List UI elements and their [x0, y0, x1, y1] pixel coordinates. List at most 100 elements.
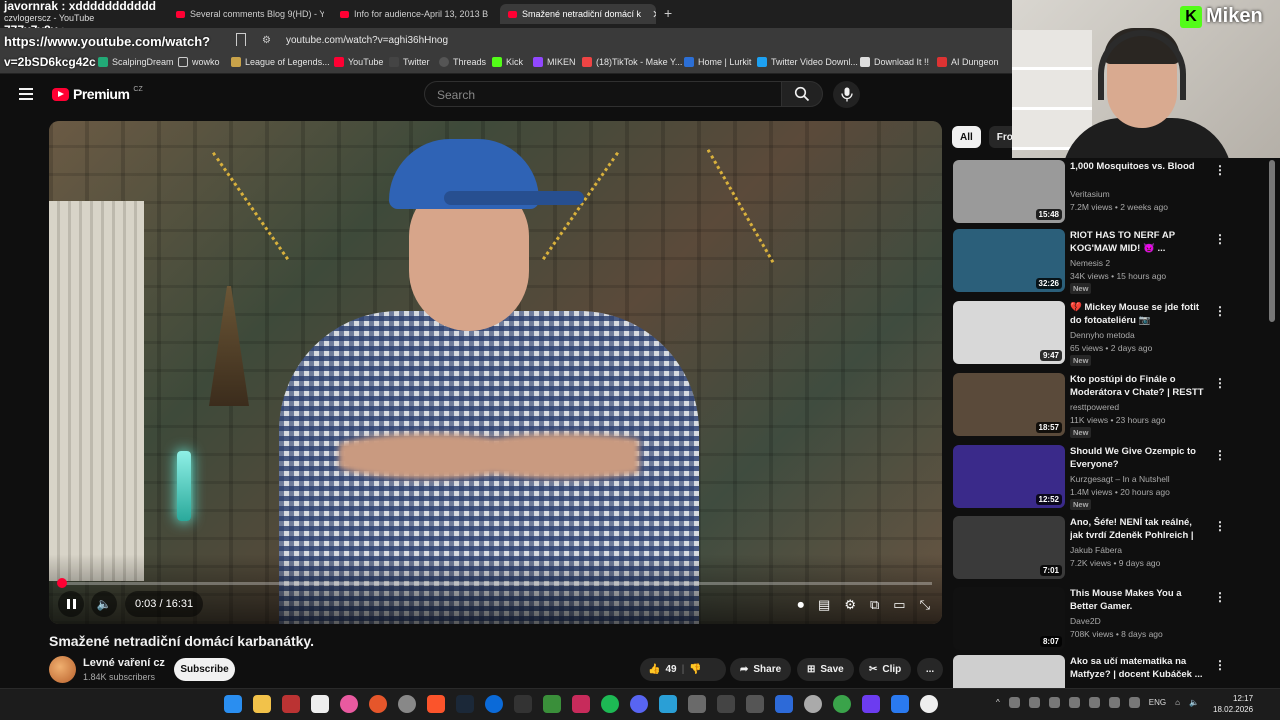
dislike-icon[interactable]: 👎	[689, 664, 701, 675]
epic-games-icon[interactable]	[514, 695, 532, 713]
recommendation-title[interactable]: This Mouse Makes You a Better Gamer.	[1070, 588, 1206, 613]
recommendation-channel[interactable]: Kurzgesagt – In a Nutshell	[1070, 474, 1170, 484]
recommendation-title[interactable]: Ako sa učí matematika na Matfyze? | doce…	[1070, 656, 1206, 681]
pause-button[interactable]	[58, 591, 84, 617]
new-tab-icon[interactable]: +	[664, 5, 672, 21]
network-icon[interactable]: ⌂	[1175, 698, 1180, 707]
tray-icon[interactable]	[1028, 697, 1040, 708]
bookmark-item[interactable]: Home | Lurkit	[684, 57, 751, 67]
app-icon[interactable]	[746, 695, 764, 713]
share-button[interactable]: ➦ Share	[730, 658, 792, 681]
app-icon[interactable]	[920, 695, 938, 713]
bookmark-item[interactable]: Download It !!	[860, 57, 929, 67]
steam-icon[interactable]	[456, 695, 474, 713]
taskbar-clock[interactable]: 12:17 18.02.2026	[1213, 693, 1253, 715]
more-options-icon[interactable]: ⋮	[1214, 376, 1226, 390]
tab-active[interactable]: Smažené netradiční domácí k ✕	[500, 4, 656, 24]
tray-icon[interactable]	[1068, 697, 1080, 708]
video-thumbnail[interactable]: 15:48	[953, 160, 1065, 223]
video-player[interactable]: 🔈 0:03 / 16:31 ⏺ ▤ ⚙ ⧉ ▭ ⤡	[49, 121, 942, 624]
chip-all[interactable]: All	[952, 126, 981, 148]
more-options-icon[interactable]: ⋮	[1214, 232, 1226, 246]
spotify-icon[interactable]	[601, 695, 619, 713]
subscribe-button[interactable]: Subscribe	[174, 658, 235, 681]
site-settings-icon[interactable]: ⚙	[262, 35, 274, 46]
fullscreen-icon[interactable]: ⤡	[920, 597, 930, 613]
subtitles-icon[interactable]: ▤	[818, 597, 830, 613]
more-options-icon[interactable]: ⋮	[1214, 658, 1226, 672]
video-thumbnail[interactable]: 8:07	[953, 587, 1065, 650]
settings-icon[interactable]: ⚙	[844, 597, 856, 613]
app-icon[interactable]	[369, 695, 387, 713]
recommendation-channel[interactable]: resttpowered	[1070, 402, 1119, 412]
recommendation-channel[interactable]: Dennyho metoda	[1070, 330, 1135, 340]
recommendation-channel[interactable]: Dave2D	[1070, 616, 1101, 626]
search-button[interactable]	[781, 81, 823, 107]
recommendation-title[interactable]: 💔 Mickey Mouse se jde fotit do fotoateli…	[1070, 302, 1206, 327]
bookmark-item[interactable]: YouTube	[334, 57, 383, 67]
app-icon[interactable]	[282, 695, 300, 713]
video-thumbnail[interactable]: 12:52	[953, 445, 1065, 508]
recommendation-title[interactable]: RIOT HAS TO NERF AP KOG'MAW MID! 👿 ...	[1070, 230, 1206, 255]
app-icon[interactable]	[485, 695, 503, 713]
settings-icon[interactable]	[398, 695, 416, 713]
bookmark-item[interactable]: Twitter	[389, 57, 430, 67]
tab-1[interactable]: Several comments Blog 9(HD) - YouT	[176, 4, 324, 24]
tray-icon[interactable]	[1008, 697, 1020, 708]
notepad-icon[interactable]	[311, 695, 329, 713]
recommendation-item[interactable]: 18:57 Kto postúpi do Finále o Moderátora …	[953, 373, 1273, 439]
app-icon[interactable]	[862, 695, 880, 713]
more-options-icon[interactable]: ⋮	[1214, 163, 1226, 177]
bookmark-item[interactable]: Twitter Video Downl...	[757, 57, 858, 67]
voice-search-button[interactable]	[833, 81, 860, 108]
app-icon[interactable]	[804, 695, 822, 713]
tab-2[interactable]: Info for audience-April 13, 2013 Blog	[340, 4, 488, 24]
recommendation-title[interactable]: Kto postúpi do Finále o Moderátora v Cha…	[1070, 374, 1206, 399]
search-input[interactable]: Search	[424, 81, 782, 107]
bookmark-item[interactable]: AI Dungeon	[937, 57, 999, 67]
recommendation-title[interactable]: 1,000 Mosquitoes vs. Blood	[1070, 161, 1206, 174]
address-bar[interactable]: ⚙ youtube.com/watch?v=aghi36hHnog	[256, 30, 976, 50]
video-thumbnail[interactable]: 18:57	[953, 373, 1065, 436]
discord-icon[interactable]	[630, 695, 648, 713]
video-thumbnail[interactable]: 32:26	[953, 229, 1065, 292]
app-icon[interactable]	[543, 695, 561, 713]
save-button[interactable]: ⊞ Save	[797, 658, 854, 681]
channel-avatar[interactable]	[49, 656, 76, 683]
recommendation-item[interactable]: 12:52 Should We Give Ozempic to Everyone?…	[953, 445, 1273, 511]
file-explorer-icon[interactable]	[253, 695, 271, 713]
app-icon[interactable]	[659, 695, 677, 713]
bookmark-item[interactable]: MIKEN	[533, 57, 576, 67]
menu-icon[interactable]	[19, 88, 33, 100]
app-icon[interactable]	[717, 695, 735, 713]
recommendation-item[interactable]: 9:47 💔 Mickey Mouse se jde fotit do fotoa…	[953, 301, 1273, 367]
volume-tray-icon[interactable]: 🔈	[1189, 698, 1199, 707]
app-icon[interactable]	[340, 695, 358, 713]
app-icon[interactable]	[572, 695, 590, 713]
more-options-icon[interactable]: ⋮	[1214, 304, 1226, 318]
channel-name[interactable]: Levné vaření cz	[83, 657, 165, 669]
tray-icon[interactable]	[1048, 697, 1060, 708]
recommendation-item[interactable]: 15:48 1,000 Mosquitoes vs. Blood Veritasiu…	[953, 160, 1273, 226]
bookmark-item[interactable]: Kick	[492, 57, 523, 67]
more-options-icon[interactable]: ⋮	[1214, 448, 1226, 462]
sidebar-scrollbar[interactable]	[1269, 160, 1275, 322]
video-thumbnail[interactable]: 7:01	[953, 516, 1065, 579]
bookmark-item[interactable]: ScalpingDream	[98, 57, 174, 67]
language-indicator[interactable]: ENG	[1149, 698, 1166, 707]
recommendation-item[interactable]: 8:07 This Mouse Makes You a Better Gamer.…	[953, 587, 1273, 653]
recommendation-channel[interactable]: Jakub Fábera	[1070, 545, 1122, 555]
app-icon[interactable]	[775, 695, 793, 713]
recommendation-channel[interactable]: Nemesis 2	[1070, 258, 1110, 268]
bookmark-item[interactable]: League of Legends...	[231, 57, 330, 67]
bookmark-icon[interactable]	[236, 33, 246, 46]
video-thumbnail[interactable]: 9:47	[953, 301, 1065, 364]
recommendation-item[interactable]: 32:26 RIOT HAS TO NERF AP KOG'MAW MID! 👿 …	[953, 229, 1273, 295]
youtube-premium-logo[interactable]: Premium CZ	[52, 86, 143, 102]
bookmark-item[interactable]: (18)TikTok - Make Y...	[582, 57, 682, 67]
tray-icon[interactable]	[1108, 697, 1120, 708]
recommendation-channel[interactable]: Veritasium	[1070, 189, 1110, 199]
volume-icon[interactable]: 🔈	[91, 591, 117, 617]
recommendation-item[interactable]: 7:01 Ano, Šéfe! NENÍ tak reálné, jak tvrd…	[953, 516, 1273, 582]
app-icon[interactable]	[891, 695, 909, 713]
